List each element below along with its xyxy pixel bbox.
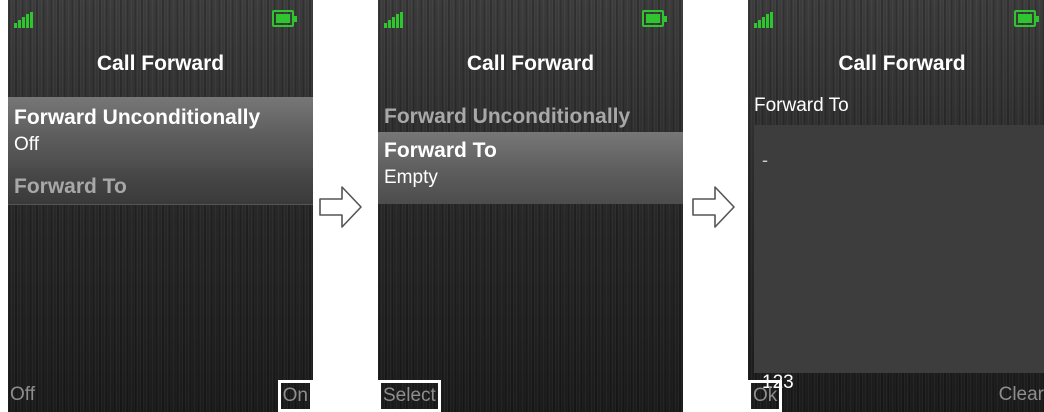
menu-item-value: Empty bbox=[384, 167, 438, 188]
phone-screen-2: Call Forward Forward Unconditionally For… bbox=[378, 0, 683, 412]
battery-icon bbox=[1014, 10, 1039, 27]
menu-item-forward-to[interactable]: Forward To bbox=[8, 168, 313, 205]
battery-icon bbox=[642, 10, 667, 27]
field-label: Forward To bbox=[754, 95, 849, 116]
softkey-left[interactable]: Select bbox=[378, 380, 441, 412]
signal-icon bbox=[14, 12, 38, 28]
softkey-right[interactable]: On bbox=[277, 380, 313, 412]
arrow-right-icon bbox=[319, 186, 362, 228]
menu-item-label: Forward Unconditionally bbox=[14, 106, 261, 129]
menu-item-value: Off bbox=[14, 134, 39, 155]
softkey-left[interactable]: Off bbox=[10, 382, 35, 408]
number-input[interactable] bbox=[754, 125, 1044, 373]
menu-item-forward-to[interactable]: Forward To Empty bbox=[378, 132, 683, 204]
page-title: Call Forward bbox=[466, 52, 595, 75]
menu-item-forward-unconditionally[interactable]: Forward Unconditionally bbox=[378, 97, 683, 132]
menu-item-label: Forward To bbox=[384, 139, 497, 162]
menu-item-label: Forward Unconditionally bbox=[384, 105, 631, 128]
battery-icon bbox=[272, 10, 297, 27]
text-cursor: - bbox=[762, 150, 768, 170]
signal-icon bbox=[754, 12, 778, 28]
menu-item-label: Forward To bbox=[14, 175, 127, 198]
softkey-ok[interactable]: Ok bbox=[748, 380, 783, 412]
phone-screen-3: Call Forward Forward To - 123 Ok Clear bbox=[748, 0, 1044, 412]
signal-icon bbox=[384, 12, 408, 28]
softkey-clear[interactable]: Clear bbox=[999, 382, 1044, 408]
page-title: Call Forward bbox=[838, 52, 966, 75]
phone-screen-1: Call Forward Forward Unconditionally Off… bbox=[8, 0, 313, 412]
arrow-right-icon bbox=[692, 186, 735, 228]
page-title: Call Forward bbox=[96, 52, 225, 75]
menu-item-forward-unconditionally[interactable]: Forward Unconditionally Off bbox=[8, 97, 313, 168]
